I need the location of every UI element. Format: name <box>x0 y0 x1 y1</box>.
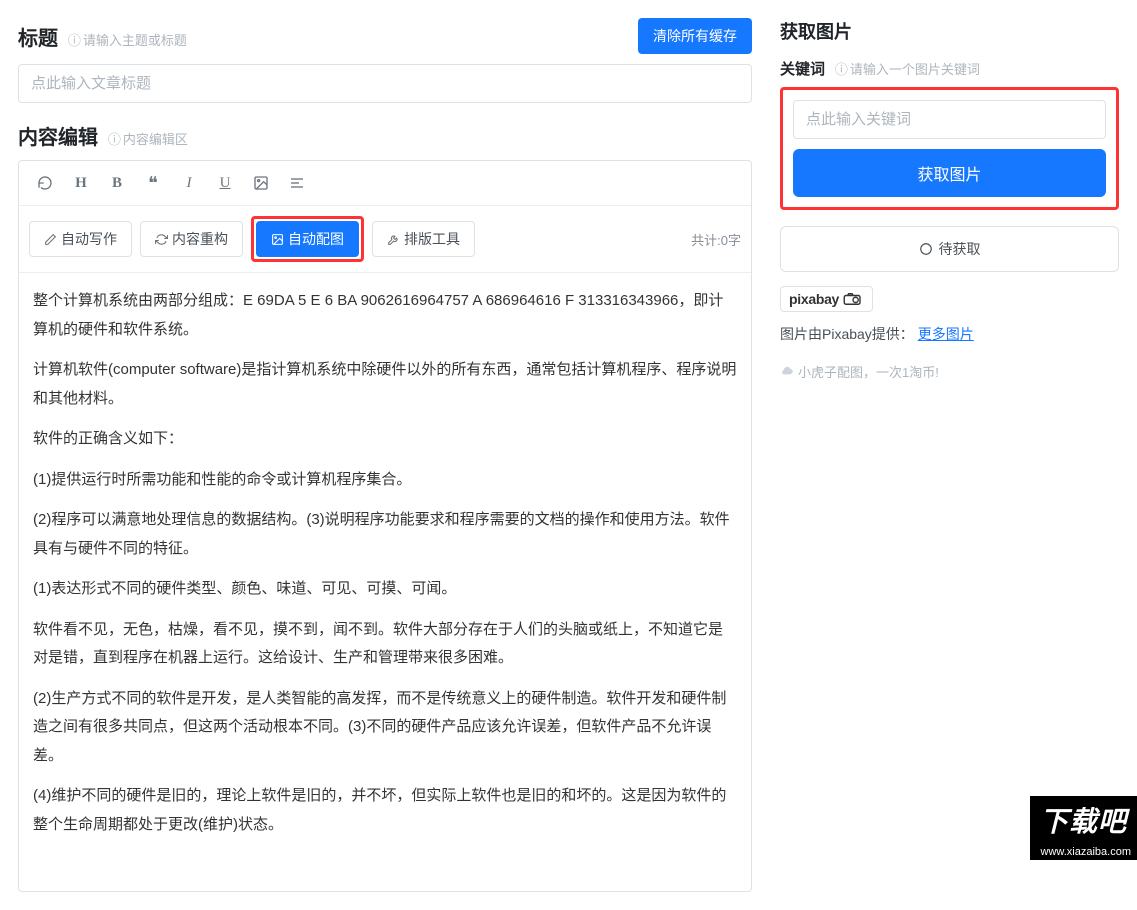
info-icon: ⓘ <box>68 30 81 49</box>
sidebar: 获取图片 关键词 ⓘ 请输入一个图片关键词 获取图片 待获取 pixabay 图… <box>770 0 1137 910</box>
keyword-input[interactable] <box>793 100 1106 139</box>
camera-icon <box>842 292 864 306</box>
tool-icon <box>387 233 400 246</box>
restructure-button[interactable]: 内容重构 <box>140 221 243 257</box>
title-hint: ⓘ 请输入主题或标题 <box>68 30 187 49</box>
pixabay-label: pixabay <box>789 291 839 307</box>
image-panel-highlight: 获取图片 <box>780 87 1119 210</box>
word-count: 共计:0字 <box>691 230 741 249</box>
content-paragraph: 计算机软件(computer software)是指计算机系统中除硬件以外的所有… <box>33 356 737 413</box>
title-section-header: 标题 ⓘ 请输入主题或标题 清除所有缓存 <box>18 18 752 54</box>
bold-icon[interactable]: B <box>101 169 133 197</box>
heading-icon[interactable]: H <box>65 169 97 197</box>
content-paragraph: 软件看不见，无色，枯燥，看不见，摸不到，闻不到。软件大部分存在于人们的头脑或纸上… <box>33 616 737 673</box>
editor-content[interactable]: 整个计算机系统由两部分组成：E 69DA 5 E 6 BA 9062616964… <box>19 273 751 891</box>
content-section-header: 内容编辑 ⓘ 内容编辑区 <box>18 121 752 150</box>
provider-text: 图片由Pixabay提供： <box>780 326 914 342</box>
content-paragraph: (2)生产方式不同的软件是开发，是人类智能的高发挥，而不是传统意义上的硬件制造。… <box>33 685 737 771</box>
layout-tool-label: 排版工具 <box>404 229 460 249</box>
content-paragraph: 整个计算机系统由两部分组成：E 69DA 5 E 6 BA 9062616964… <box>33 287 737 344</box>
content-paragraph: (1)表达形式不同的硬件类型、颜色、味道、可见、可摸、可闻。 <box>33 575 737 604</box>
keyword-hint-text: 请输入一个图片关键词 <box>850 59 980 78</box>
keyword-hint: ⓘ 请输入一个图片关键词 <box>835 59 980 78</box>
pixabay-badge: pixabay <box>780 286 873 312</box>
main-column: 标题 ⓘ 请输入主题或标题 清除所有缓存 内容编辑 ⓘ 内容编辑区 <box>0 0 770 910</box>
keyword-label: 关键词 <box>780 61 825 78</box>
cost-tip-text: 小虎子配图，一次1淘币! <box>798 362 939 381</box>
editor: H B ❝ I U 自动写作 内容重构 <box>18 160 752 892</box>
editor-toolbar: H B ❝ I U <box>19 161 751 206</box>
editor-actions: 自动写作 内容重构 自动配图 排版工具 共计:0字 <box>19 206 751 273</box>
content-paragraph: (4)维护不同的硬件是旧的，理论上软件是旧的，并不坏，但实际上软件也是旧的和坏的… <box>33 782 737 839</box>
image-panel-title: 获取图片 <box>780 18 1119 44</box>
info-icon: ⓘ <box>108 129 121 148</box>
quote-icon[interactable]: ❝ <box>137 169 169 197</box>
title-label: 标题 <box>18 28 58 50</box>
auto-write-label: 自动写作 <box>61 229 117 249</box>
image-icon <box>271 233 284 246</box>
pending-label: 待获取 <box>939 239 981 259</box>
restructure-label: 内容重构 <box>172 229 228 249</box>
layout-tool-button[interactable]: 排版工具 <box>372 221 475 257</box>
cost-tip: 小虎子配图，一次1淘币! <box>780 362 1119 381</box>
more-images-link[interactable]: 更多图片 <box>918 326 974 342</box>
auto-image-highlight: 自动配图 <box>251 216 364 262</box>
watermark-url: www.xiazaiba.com <box>1030 844 1137 860</box>
content-paragraph: 软件的正确含义如下： <box>33 425 737 454</box>
auto-write-button[interactable]: 自动写作 <box>29 221 132 257</box>
provider-line: 图片由Pixabay提供： 更多图片 <box>780 324 1119 344</box>
circle-icon <box>919 242 933 256</box>
content-hint-text: 内容编辑区 <box>123 129 188 148</box>
content-label: 内容编辑 <box>18 127 98 149</box>
watermark-text: 下载吧 <box>1030 796 1137 844</box>
title-hint-text: 请输入主题或标题 <box>83 30 187 49</box>
content-hint: ⓘ 内容编辑区 <box>108 129 188 148</box>
refresh-icon <box>155 233 168 246</box>
auto-image-label: 自动配图 <box>288 229 344 249</box>
cloud-icon <box>780 365 794 379</box>
article-title-input[interactable] <box>18 64 752 103</box>
align-left-icon[interactable] <box>281 169 313 197</box>
clear-cache-button[interactable]: 清除所有缓存 <box>638 18 752 54</box>
auto-image-button[interactable]: 自动配图 <box>256 221 359 257</box>
image-icon[interactable] <box>245 169 277 197</box>
get-image-button[interactable]: 获取图片 <box>793 149 1106 197</box>
info-icon: ⓘ <box>835 59 848 78</box>
undo-icon[interactable] <box>29 169 61 197</box>
content-paragraph: (2)程序可以满意地处理信息的数据结构。(3)说明程序功能要求和程序需要的文档的… <box>33 506 737 563</box>
italic-icon[interactable]: I <box>173 169 205 197</box>
watermark: 下载吧 www.xiazaiba.com <box>1030 796 1137 860</box>
underline-icon[interactable]: U <box>209 169 241 197</box>
pencil-icon <box>44 233 57 246</box>
content-paragraph: (1)提供运行时所需功能和性能的命令或计算机程序集合。 <box>33 466 737 495</box>
pending-status: 待获取 <box>780 226 1119 272</box>
